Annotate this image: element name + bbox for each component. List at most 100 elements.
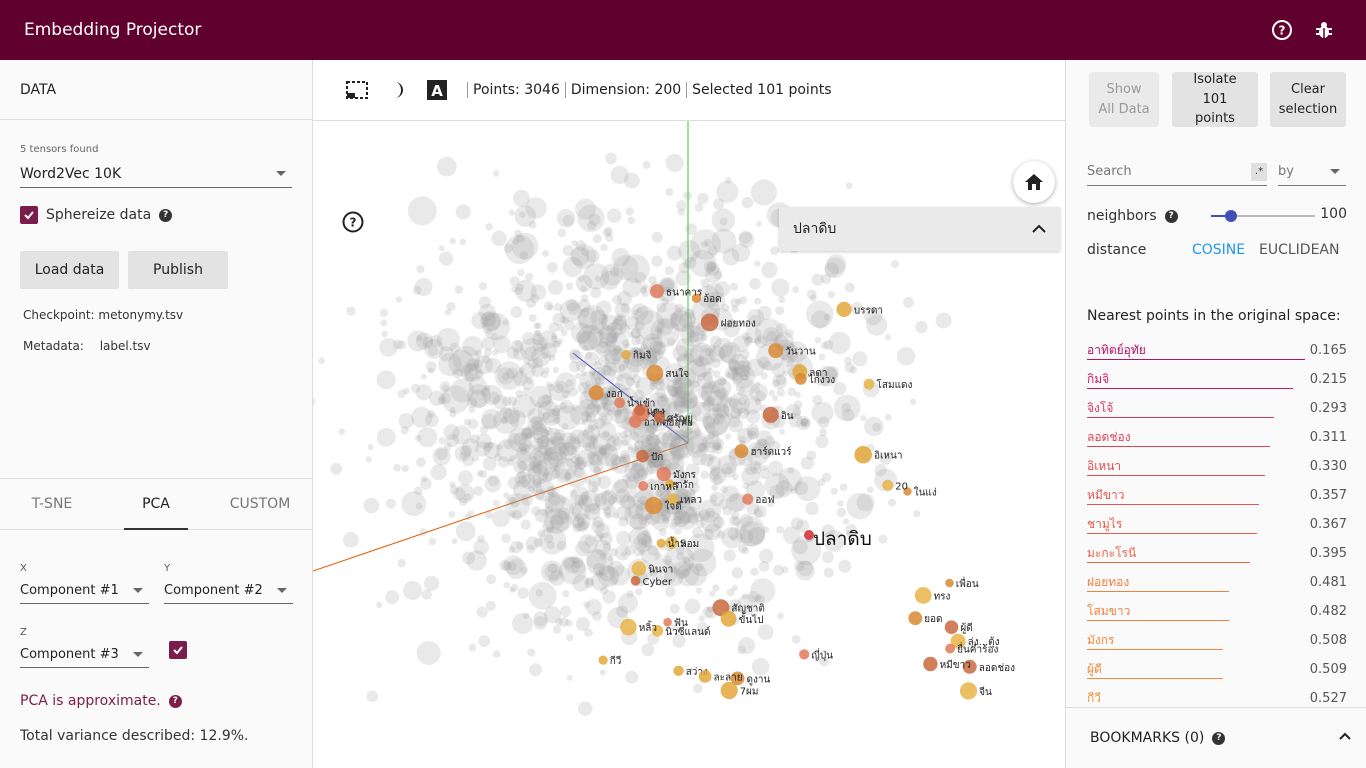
selected-point	[720, 681, 738, 700]
data-point	[613, 478, 629, 494]
data-point	[878, 534, 888, 544]
nearest-item[interactable]: หมีขาว 0.357	[1087, 481, 1347, 510]
point-label: ขั้นไป	[739, 612, 764, 626]
data-point	[455, 204, 471, 220]
data-point	[552, 366, 559, 374]
data-point	[540, 370, 549, 379]
data-point	[678, 572, 686, 580]
data-point	[468, 643, 477, 652]
publish-button[interactable]: Publish	[128, 251, 228, 289]
data-point	[891, 260, 899, 269]
selection-box-icon[interactable]	[345, 78, 369, 102]
search-input[interactable]: Search .*	[1087, 158, 1267, 186]
nearest-item-label: หมีขาว	[1087, 488, 1125, 502]
help-icon[interactable]: ?	[168, 694, 182, 708]
euclidean-option[interactable]: EUCLIDEAN	[1259, 242, 1339, 258]
cosine-option[interactable]: COSINE	[1192, 242, 1245, 258]
clear-selection-button[interactable]: Clear selection	[1270, 72, 1346, 127]
nearest-item-label: ผู้ดี	[1087, 662, 1102, 676]
point-label: หลิ้ว	[639, 620, 657, 634]
data-point	[611, 456, 630, 474]
tab-pca[interactable]: PCA	[104, 479, 208, 530]
data-point	[625, 670, 639, 684]
chevron-up-icon[interactable]	[1339, 732, 1351, 740]
data-point	[483, 348, 493, 357]
scatter-canvas[interactable]: ลดางอกเหลวฝอยทองมิซสว่างไก่งวงนิวซีแลนด์…	[313, 121, 1065, 768]
svg-text:?: ?	[1279, 24, 1286, 38]
data-point	[683, 556, 691, 564]
data-point	[736, 428, 753, 444]
nearest-item-bar	[1087, 562, 1250, 563]
nearest-item[interactable]: โสมขาว 0.482	[1087, 597, 1347, 626]
z-component-select[interactable]: Component #3	[20, 642, 149, 668]
nearest-item[interactable]: อิเหนา 0.330	[1087, 452, 1347, 481]
isolate-points-button[interactable]: Isolate 101 points	[1172, 72, 1258, 127]
show-all-data-button[interactable]: Show All Data	[1089, 72, 1159, 127]
help-icon[interactable]: ?	[1212, 731, 1226, 745]
selected-point	[836, 301, 852, 317]
data-point	[585, 577, 595, 586]
data-point	[554, 442, 568, 455]
data-point	[821, 551, 834, 564]
labels-toggle-icon[interactable]: A	[425, 78, 449, 102]
data-point	[806, 289, 817, 300]
nearest-item[interactable]: กิมจิ 0.215	[1087, 365, 1347, 394]
selected-point	[621, 349, 631, 360]
data-section-title: DATA	[0, 60, 312, 120]
neighbors-slider-thumb[interactable]	[1225, 210, 1237, 222]
data-point	[437, 396, 446, 405]
selected-point	[882, 479, 894, 491]
data-point	[913, 510, 921, 518]
sphereize-checkbox[interactable]	[20, 206, 38, 224]
nearest-item[interactable]: จิงโจ้ 0.293	[1087, 394, 1347, 423]
data-point	[510, 306, 523, 318]
nearest-item[interactable]: ฝอยทอง 0.481	[1087, 568, 1347, 597]
reset-view-button[interactable]	[1013, 161, 1055, 203]
data-point	[473, 539, 489, 555]
help-icon[interactable]: ?	[342, 211, 364, 233]
data-point	[438, 245, 445, 252]
data-point	[600, 243, 608, 252]
data-point	[716, 180, 739, 204]
nearest-item[interactable]: อาทิตย์อุทัย 0.165	[1087, 336, 1347, 365]
bug-icon[interactable]	[1312, 18, 1336, 42]
selected-point	[650, 284, 664, 299]
y-component-select[interactable]: Component #2	[164, 578, 293, 604]
regex-toggle[interactable]: .*	[1251, 162, 1267, 181]
z-enable-checkbox[interactable]	[169, 641, 187, 659]
data-point	[551, 469, 561, 479]
data-point	[485, 223, 493, 231]
data-point	[393, 463, 401, 472]
load-data-button[interactable]: Load data	[20, 251, 119, 289]
nearest-item[interactable]: มะกะโรนี 0.395	[1087, 539, 1347, 568]
tensor-select[interactable]: Word2Vec 10K	[20, 160, 292, 188]
help-icon[interactable]: ?	[1164, 209, 1178, 223]
nearest-item[interactable]: มังกร 0.508	[1087, 626, 1347, 655]
data-point	[811, 310, 830, 329]
data-point	[401, 491, 427, 517]
chevron-up-icon[interactable]	[1032, 224, 1046, 234]
help-icon[interactable]: ?	[1270, 18, 1294, 42]
data-point	[607, 409, 614, 416]
tab-tsne[interactable]: T-SNE	[0, 479, 104, 529]
chevron-down-icon	[1330, 169, 1340, 174]
tab-custom[interactable]: CUSTOM	[208, 479, 312, 529]
data-point	[438, 251, 454, 266]
data-point	[712, 370, 721, 378]
tensor-select-value: Word2Vec 10K	[20, 165, 122, 182]
nearest-item[interactable]: ผู้ดี 0.509	[1087, 655, 1347, 684]
data-point	[656, 319, 673, 336]
projector-view: A Points: 3046 Dimension: 200 Selected 1…	[313, 60, 1065, 768]
nearest-item[interactable]: ลอดช่อง 0.311	[1087, 423, 1347, 452]
data-point	[545, 427, 562, 444]
x-component-select[interactable]: Component #1	[20, 578, 149, 604]
help-icon[interactable]: ?	[159, 208, 173, 222]
nearest-item[interactable]: ชามูไร 0.367	[1087, 510, 1347, 539]
night-mode-icon[interactable]	[385, 78, 409, 102]
data-point	[594, 466, 601, 473]
data-point	[698, 354, 705, 362]
data-point	[508, 496, 517, 505]
search-by-select[interactable]: by	[1278, 158, 1346, 186]
search-result-panel[interactable]: ปลาดิบ	[779, 207, 1060, 251]
data-point	[722, 248, 740, 266]
